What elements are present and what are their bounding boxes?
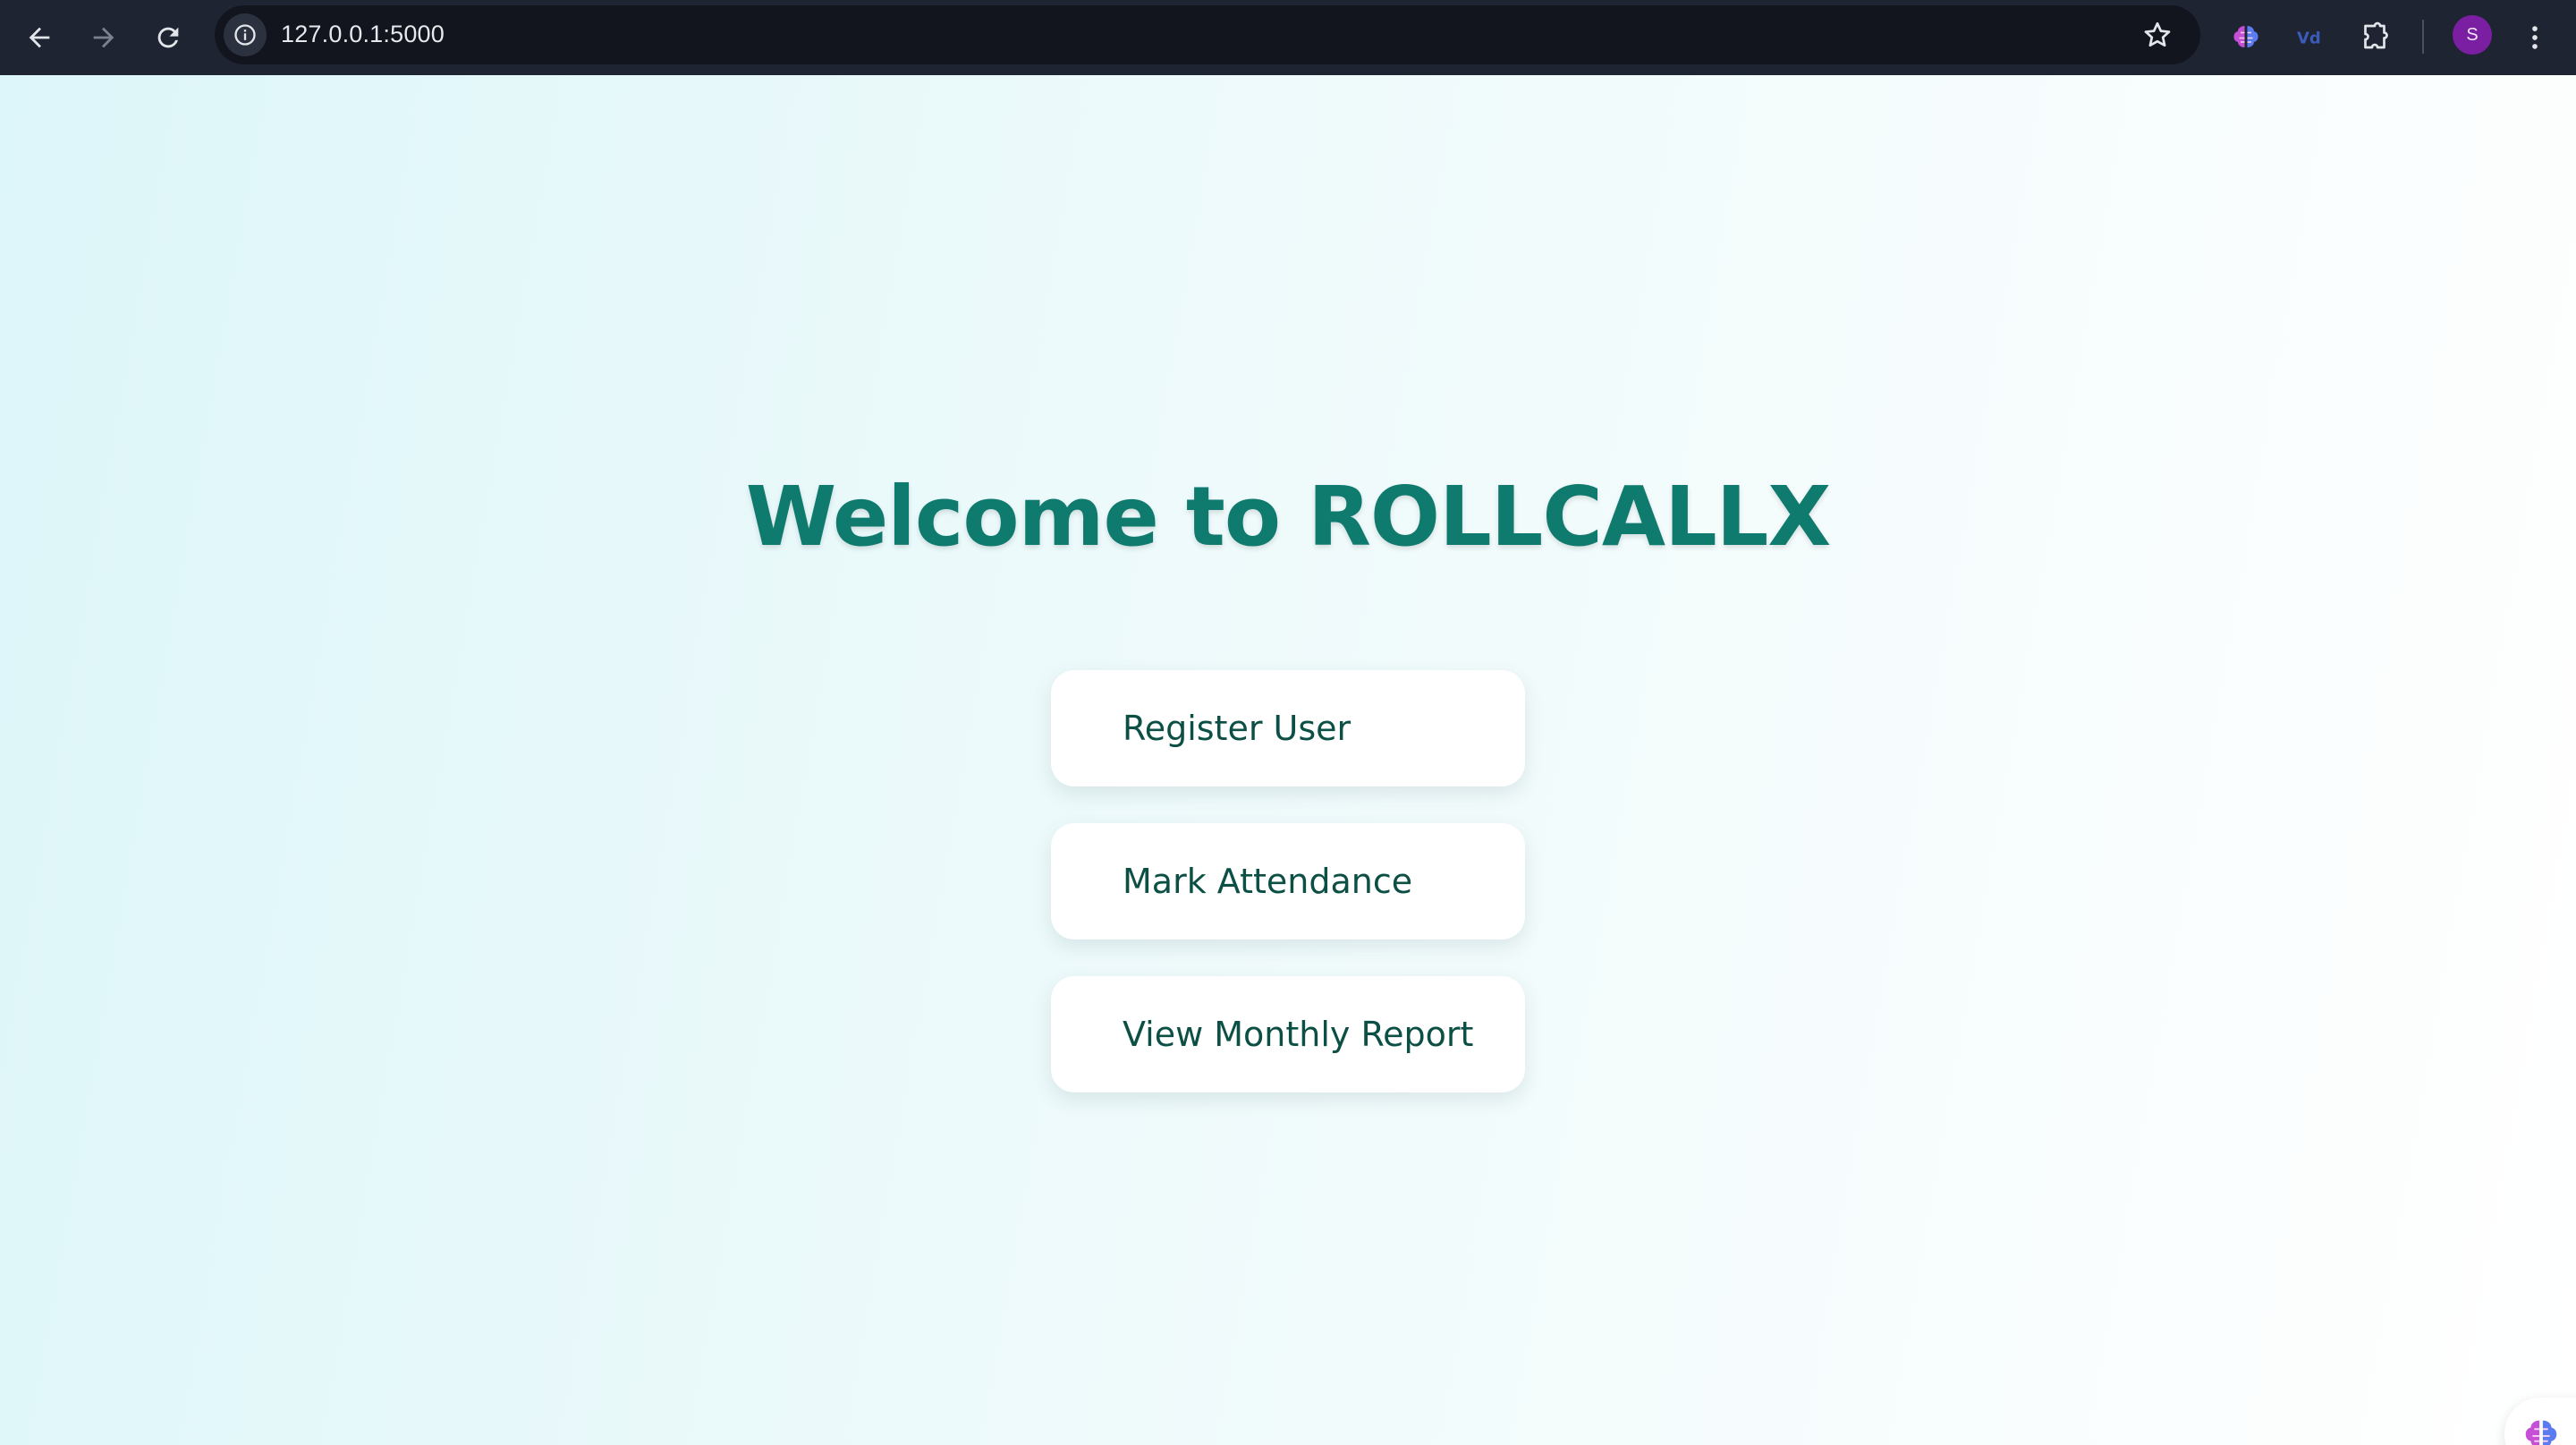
forward-button[interactable] [79, 13, 129, 63]
vue-extension-icon: Vd [2297, 30, 2321, 48]
register-user-button[interactable]: Register User [1051, 670, 1525, 786]
address-bar[interactable]: 127.0.0.1:5000 [215, 5, 2200, 64]
profile-avatar[interactable]: S [2453, 15, 2492, 55]
brain-extension-button[interactable] [2224, 14, 2268, 59]
floating-assistant-button[interactable] [2504, 1398, 2576, 1445]
svg-text:Vd: Vd [2297, 30, 2321, 48]
vue-extension-button[interactable]: Vd [2288, 14, 2333, 59]
brain-extension-icon [2525, 1420, 2557, 1445]
browser-toolbar: 127.0.0.1:5000 Vd S [0, 0, 2576, 75]
forward-arrow-icon [93, 27, 114, 48]
brain-extension-icon [2233, 26, 2258, 47]
browser-menu-button[interactable] [2513, 16, 2556, 59]
page-title: Welcome to ROLLCALLX [745, 469, 1832, 565]
reload-button[interactable] [143, 13, 193, 63]
mark-attendance-button[interactable]: Mark Attendance [1051, 823, 1525, 939]
view-monthly-report-button[interactable]: View Monthly Report [1051, 976, 1525, 1092]
bookmark-star-icon[interactable] [2141, 19, 2174, 51]
site-info-icon [234, 24, 256, 46]
back-button[interactable] [14, 13, 64, 63]
toolbar-divider [2422, 20, 2424, 54]
back-arrow-icon [29, 27, 50, 48]
url-text[interactable]: 127.0.0.1:5000 [281, 21, 445, 48]
reload-icon [157, 27, 179, 48]
extensions-button[interactable] [2352, 14, 2397, 59]
site-info-button[interactable] [224, 13, 267, 56]
more-menu-icon [2532, 26, 2538, 49]
page-body: Welcome to ROLLCALLX Register User Mark … [0, 75, 2576, 1445]
extensions-puzzle-icon [2364, 21, 2388, 49]
